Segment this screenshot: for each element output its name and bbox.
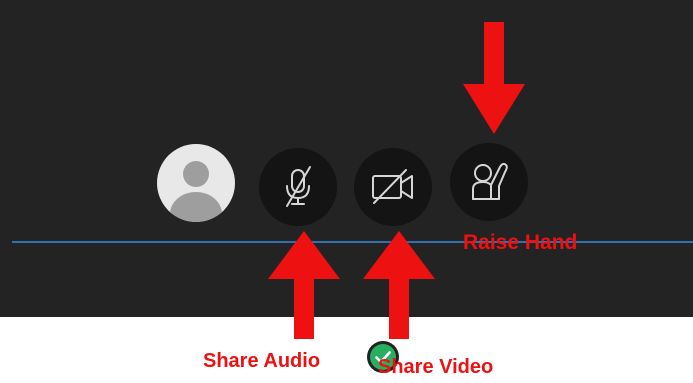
camera-off-icon <box>372 169 413 204</box>
divider-line <box>12 241 693 243</box>
share-audio-button[interactable] <box>259 148 337 226</box>
share-audio-arrow-icon <box>268 231 340 339</box>
raise-hand-button[interactable] <box>450 143 528 221</box>
raise-hand-annotation-label: Raise Hand <box>463 231 578 254</box>
user-avatar[interactable] <box>157 144 399 373</box>
user-avatar-icon <box>170 161 222 222</box>
raise-hand-icon <box>472 162 508 200</box>
share-audio-annotation-label: Share Audio <box>203 350 321 372</box>
share-video-annotation-label: Share Video <box>378 356 494 378</box>
share-video-arrow-icon <box>363 231 435 339</box>
share-video-button[interactable] <box>354 148 432 226</box>
microphone-muted-icon <box>286 166 311 207</box>
meeting-control-bar: Raise Hand <box>0 0 693 373</box>
raise-hand-arrow-icon <box>463 22 525 134</box>
